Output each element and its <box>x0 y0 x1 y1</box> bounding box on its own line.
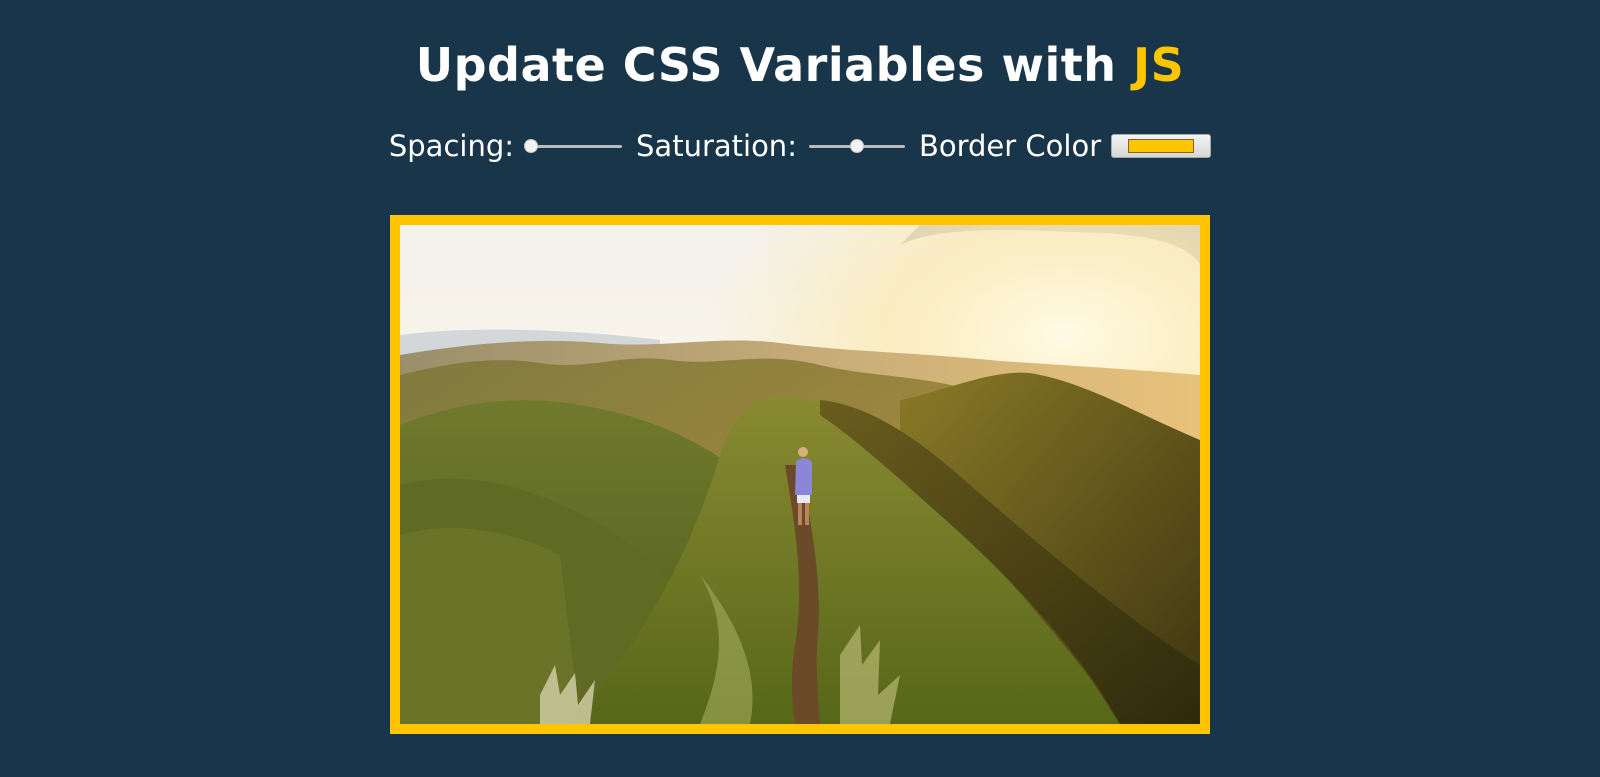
photo-frame <box>390 215 1210 734</box>
spacing-slider-track <box>526 145 623 148</box>
title-highlight: JS <box>1132 38 1185 92</box>
saturation-slider[interactable] <box>807 136 907 156</box>
spacing-label: Spacing: <box>388 129 515 163</box>
border-color-label: Border Color <box>918 129 1102 163</box>
controls-bar: Spacing: Saturation: Border Color <box>0 124 1600 168</box>
title-main: Update CSS Variables with <box>415 38 1133 92</box>
spacing-slider[interactable] <box>524 136 624 156</box>
mountain-ridge-photo <box>400 225 1200 724</box>
border-color-swatch <box>1128 139 1195 153</box>
border-color-picker[interactable] <box>1111 134 1212 158</box>
saturation-label: Saturation: <box>636 129 797 163</box>
spacing-slider-thumb[interactable] <box>524 139 539 153</box>
saturation-slider-thumb[interactable] <box>849 139 864 153</box>
page-title: Update CSS Variables with JS <box>0 38 1600 92</box>
